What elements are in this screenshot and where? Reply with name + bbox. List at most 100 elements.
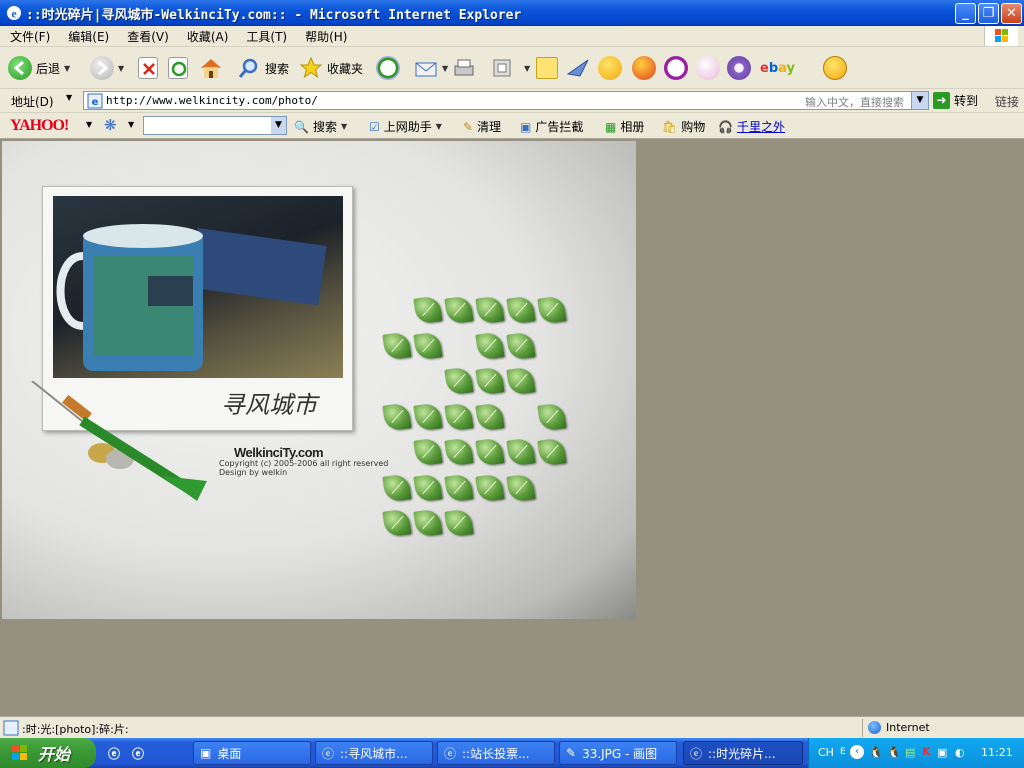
- menu-edit[interactable]: 编辑(E): [68, 28, 109, 45]
- leaf-link[interactable]: [506, 295, 536, 325]
- flower-button[interactable]: [727, 54, 751, 82]
- assistant-button[interactable]: ☑ 上网助手 ▼: [369, 118, 442, 135]
- menu-tools[interactable]: 工具(T): [246, 28, 287, 45]
- album-button[interactable]: ▦ 相册: [605, 118, 644, 135]
- yahoo-flower-icon[interactable]: ❋: [104, 116, 117, 134]
- leaf-link[interactable]: [537, 295, 567, 325]
- history-button[interactable]: [376, 54, 400, 82]
- minimize-button[interactable]: _: [955, 3, 976, 24]
- home-button[interactable]: [199, 54, 223, 82]
- leaf-link[interactable]: [475, 472, 505, 503]
- yahoo-search-dropdown-caret[interactable]: ▼: [341, 122, 347, 131]
- leaf-link[interactable]: [475, 295, 505, 325]
- leaf-link[interactable]: [444, 437, 474, 467]
- tray-expand-icon[interactable]: ‹: [850, 745, 864, 759]
- clean-button[interactable]: ✎ 清理: [463, 118, 501, 135]
- yahoo-flower-dropdown-icon[interactable]: ▼: [128, 120, 134, 129]
- quicklaunch-ie2-icon[interactable]: ⓔ: [132, 745, 144, 762]
- volume-icon[interactable]: ◐: [955, 746, 965, 759]
- leaf-link[interactable]: [475, 366, 505, 396]
- leaf-link[interactable]: [413, 330, 443, 361]
- task-photo[interactable]: ⓔ::时光碎片...: [683, 741, 803, 765]
- adblock-button[interactable]: ▣ 广告拦截: [520, 118, 583, 135]
- start-button[interactable]: 开始: [0, 738, 96, 768]
- clock[interactable]: 11:21: [981, 746, 1013, 759]
- stop-button[interactable]: [138, 54, 158, 82]
- links-button[interactable]: 链接: [995, 93, 1019, 110]
- leaf-link[interactable]: [444, 508, 474, 538]
- restore-button[interactable]: ❐: [978, 3, 999, 24]
- leaf-link[interactable]: [382, 472, 412, 503]
- leaf-link[interactable]: [475, 401, 505, 432]
- print-button[interactable]: [452, 54, 476, 82]
- leaf-link[interactable]: [444, 295, 474, 325]
- leaf-link[interactable]: [413, 508, 443, 538]
- display-icon[interactable]: ▣: [937, 746, 947, 759]
- leaf-link[interactable]: [382, 508, 412, 538]
- leaf-link[interactable]: [413, 295, 443, 325]
- menu-favorites[interactable]: 收藏(A): [187, 28, 229, 45]
- qq-icon[interactable]: 🐧: [869, 746, 883, 759]
- forward-button[interactable]: ▼: [90, 54, 124, 82]
- leaf-link[interactable]: [537, 401, 567, 432]
- address-dropdown-icon[interactable]: ▼: [911, 92, 928, 109]
- leaf-link[interactable]: [382, 401, 412, 432]
- yahoo-search-input[interactable]: ▼: [143, 116, 287, 135]
- menu-view[interactable]: 查看(V): [127, 28, 169, 45]
- close-button[interactable]: ✕: [1001, 3, 1022, 24]
- assistant-dropdown-icon[interactable]: ▼: [436, 122, 442, 131]
- leaf-link[interactable]: [506, 437, 536, 467]
- forward-dropdown-icon[interactable]: ▼: [118, 64, 124, 73]
- network-icon[interactable]: ▤: [905, 746, 915, 759]
- yahoo-menu-dropdown-icon[interactable]: ▼: [86, 120, 92, 129]
- mail-button[interactable]: ▼: [414, 54, 448, 82]
- leaf-link[interactable]: [444, 366, 474, 396]
- antivirus-icon[interactable]: K: [922, 745, 931, 758]
- language-indicator[interactable]: CH: [818, 746, 834, 759]
- notes-button[interactable]: [536, 54, 558, 82]
- leaf-link[interactable]: [506, 366, 536, 396]
- shop-button[interactable]: 🛍 购物: [662, 118, 705, 135]
- qianli-link[interactable]: 🎧 千里之外: [718, 118, 785, 135]
- quicklaunch-ie-icon[interactable]: ⓔ: [108, 745, 120, 762]
- task-vote[interactable]: ⓔ::站长投票...: [437, 741, 555, 765]
- leaf-link[interactable]: [382, 330, 412, 361]
- task-welkincity[interactable]: ⓔ::寻风城市...: [315, 741, 433, 765]
- leaf-link[interactable]: [413, 472, 443, 503]
- messenger-smile-button[interactable]: [823, 54, 847, 82]
- leaf-link[interactable]: [506, 330, 536, 361]
- back-dropdown-icon[interactable]: ▼: [64, 64, 70, 73]
- favorites-button[interactable]: 收藏夹: [299, 54, 363, 82]
- menu-help[interactable]: 帮助(H): [305, 28, 347, 45]
- refresh-button[interactable]: [168, 54, 188, 82]
- task-desktop[interactable]: ▣ 桌面: [193, 741, 311, 765]
- leaf-link[interactable]: [475, 437, 505, 467]
- yahoo-search-button[interactable]: 🔍 搜索 ▼: [294, 118, 347, 135]
- ebay-button[interactable]: ebay: [760, 54, 795, 82]
- menu-file[interactable]: 文件(F): [10, 28, 50, 45]
- mail-dropdown-icon[interactable]: ▼: [442, 64, 448, 73]
- leaf-link[interactable]: [413, 401, 443, 432]
- yahoo-search-dropdown-icon[interactable]: ▼: [271, 117, 286, 134]
- leaf-link[interactable]: [444, 401, 474, 432]
- leaf-link[interactable]: [444, 472, 474, 503]
- back-button[interactable]: 后退 ▼: [8, 54, 70, 82]
- qq2-icon[interactable]: 🐧: [887, 746, 901, 759]
- leaf-link[interactable]: [506, 472, 536, 503]
- task-paint[interactable]: ✎ 33.JPG - 画图: [559, 741, 677, 765]
- yahoo-logo[interactable]: YAHOO!: [10, 117, 69, 135]
- messenger-button[interactable]: [566, 54, 590, 82]
- edit-dropdown-icon[interactable]: ▼: [524, 64, 530, 73]
- leaf-link[interactable]: [475, 330, 505, 361]
- face-button[interactable]: [632, 54, 656, 82]
- ime-indicator-icon[interactable]: E: [840, 747, 846, 757]
- leaf-link[interactable]: [537, 437, 567, 467]
- address-label-dropdown-icon[interactable]: ▼: [66, 93, 72, 102]
- compass-button[interactable]: [664, 54, 688, 82]
- go-button[interactable]: ➜ 转到: [933, 92, 978, 109]
- pig-button[interactable]: [696, 54, 720, 82]
- search-button[interactable]: 搜索: [237, 54, 289, 82]
- smiley-mail-button[interactable]: [598, 54, 622, 82]
- address-input[interactable]: e http://www.welkincity.com/photo/ 输入中文，…: [83, 91, 929, 110]
- edit-button[interactable]: ▼: [490, 54, 530, 82]
